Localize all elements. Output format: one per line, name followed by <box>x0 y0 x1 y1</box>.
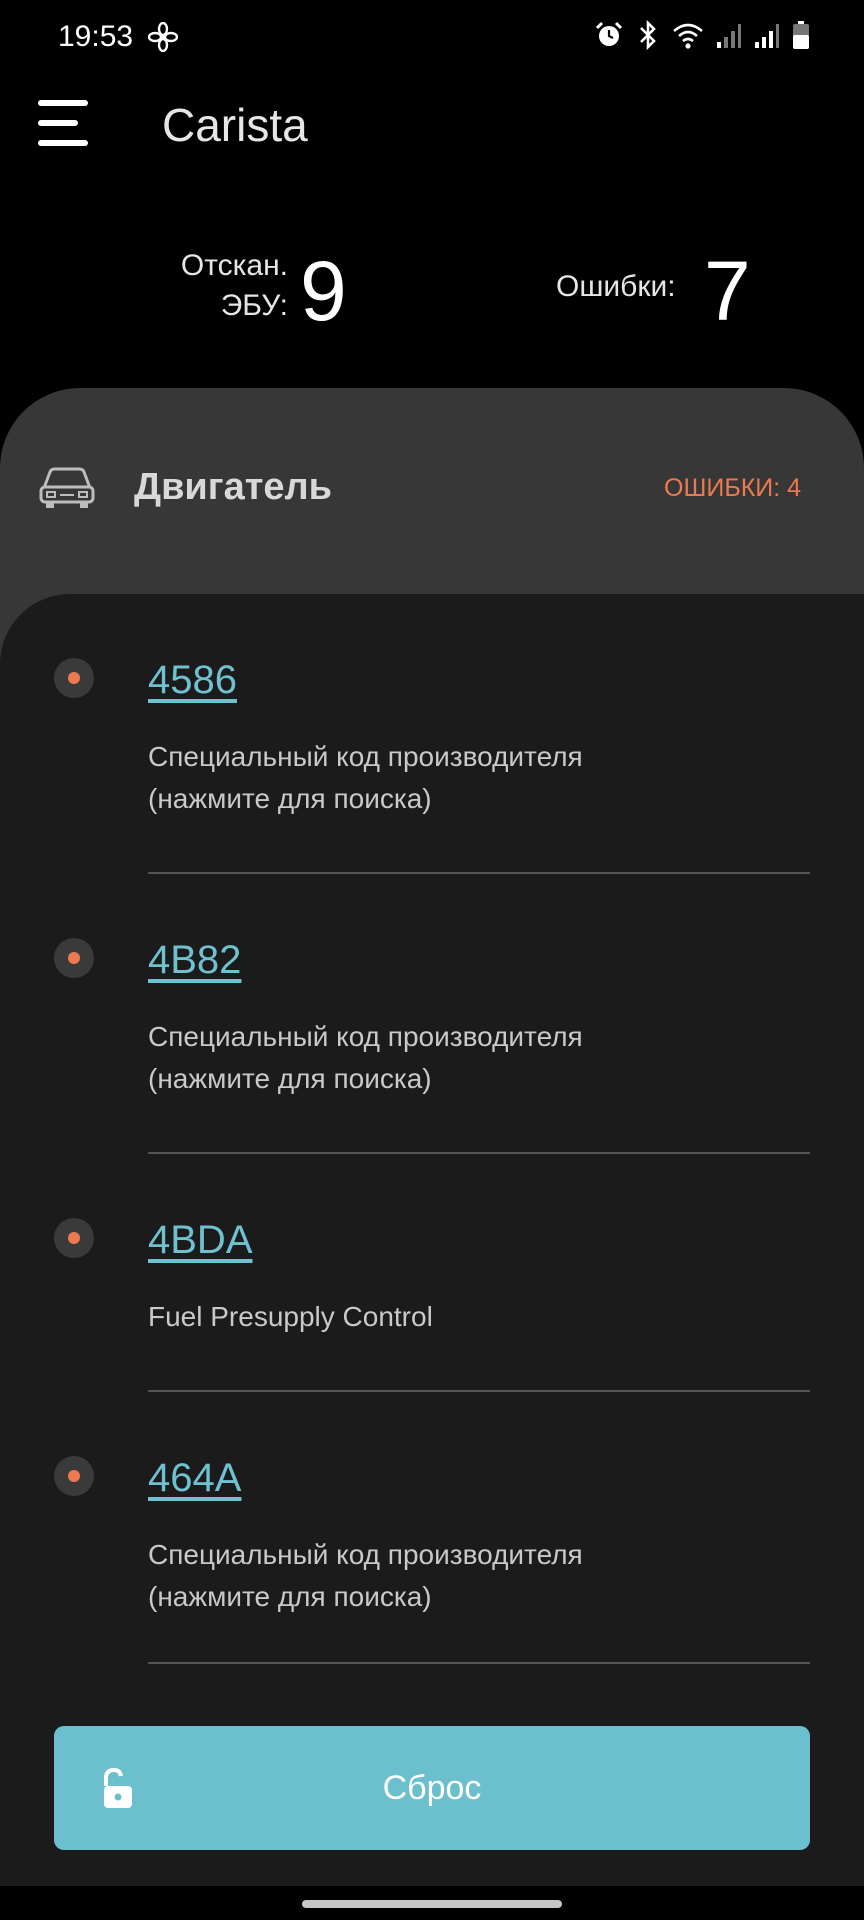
battery-icon <box>793 21 809 49</box>
wifi-icon <box>673 23 703 49</box>
menu-icon[interactable] <box>38 100 88 146</box>
divider <box>148 872 810 874</box>
error-status-icon <box>54 658 94 698</box>
status-icons <box>594 20 810 50</box>
error-status-icon <box>54 1456 94 1496</box>
error-code-link[interactable]: 4B82 <box>148 938 241 983</box>
error-code-link[interactable]: 4586 <box>148 658 237 703</box>
error-status-icon <box>54 938 94 978</box>
app-title: Carista <box>162 99 308 151</box>
error-code-link[interactable]: 464A <box>148 1456 241 1501</box>
status-time: 19:53 <box>58 20 134 53</box>
error-status-icon <box>54 1218 94 1258</box>
divider <box>148 1390 810 1392</box>
category-name: Двигатель <box>134 466 332 508</box>
car-icon <box>39 467 95 508</box>
divider <box>148 1152 810 1154</box>
reset-button-label: Сброс <box>382 1769 482 1807</box>
fan-icon <box>148 22 178 52</box>
scanned-ecu-label: Отскан. ЭБУ: <box>180 249 288 322</box>
error-description: Специальный код производителя (нажмите д… <box>148 1539 583 1612</box>
scanned-ecu-count: 9 <box>300 244 347 338</box>
divider <box>148 1662 810 1664</box>
errors-label: Ошибки: <box>556 270 676 303</box>
alarm-icon <box>595 21 623 46</box>
signal-icon <box>755 24 779 48</box>
home-indicator[interactable] <box>302 1900 562 1908</box>
error-code-link[interactable]: 4BDA <box>148 1218 253 1263</box>
bluetooth-icon <box>640 20 656 50</box>
errors-count: 7 <box>704 244 751 338</box>
error-description: Специальный код производителя (нажмите д… <box>148 1021 583 1094</box>
status-bar: 19:53 <box>0 0 864 76</box>
reset-button[interactable]: Сброс <box>54 1726 810 1850</box>
signal-icon <box>717 24 741 48</box>
error-list: 4586 Специальный код производителя (нажм… <box>0 594 864 1920</box>
screen: 19:53 Carista Отскан. ЭБУ: 9 Ошибки: 7 Д… <box>0 0 864 1920</box>
nav-bar <box>0 1886 864 1920</box>
category-errors-badge: ОШИБКИ: 4 <box>664 474 802 502</box>
error-description: Специальный код производителя (нажмите д… <box>148 741 583 814</box>
error-description: Fuel Presupply Control <box>148 1301 433 1332</box>
